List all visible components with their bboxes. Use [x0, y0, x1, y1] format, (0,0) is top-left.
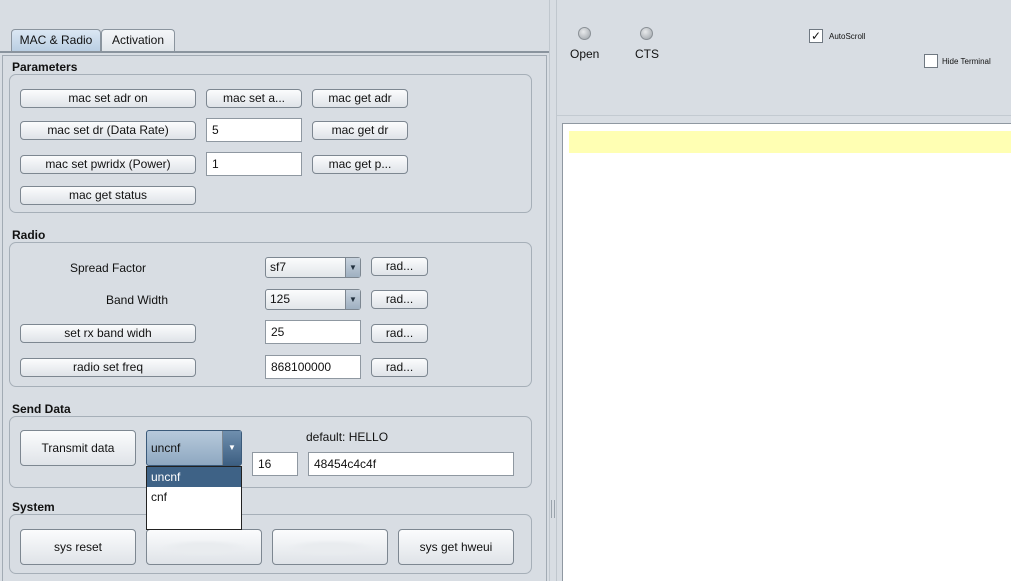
checkmark-icon: ✓	[810, 29, 822, 43]
radio-set-freq-button[interactable]: radio set freq	[20, 358, 196, 377]
spread-factor-rad-button[interactable]: rad...	[371, 257, 428, 276]
mac-set-adr-button[interactable]: mac set adr on	[20, 89, 196, 108]
rx-band-width-field[interactable]: 25	[265, 320, 361, 344]
mac-set-pwridx-button[interactable]: mac set pwridx (Power)	[20, 155, 196, 174]
confirmation-mode-value: uncnf	[151, 441, 181, 455]
bandwidth-label: Band Width	[106, 293, 169, 307]
dropdown-option-uncnf[interactable]: uncnf	[147, 467, 241, 487]
rx-band-width-rad-button[interactable]: rad...	[371, 324, 428, 343]
dropdown-arrow-icon: ▼	[345, 258, 360, 277]
mac-radio-panel: MAC & Radio Activation Parameters mac se…	[0, 0, 549, 581]
system-button-obscured[interactable]	[146, 529, 262, 565]
autoscroll-label: AutoScroll	[829, 32, 866, 41]
system-title: System	[12, 500, 55, 514]
hide-terminal-label: Hide Terminal	[942, 57, 991, 66]
mac-set-dr-button[interactable]: mac set dr (Data Rate)	[20, 121, 196, 140]
open-status-label: Open	[570, 47, 600, 61]
split-pane-divider[interactable]	[549, 0, 557, 581]
confirmation-mode-select[interactable]: uncnf ▼	[146, 430, 242, 466]
frequency-field[interactable]: 868100000	[265, 355, 361, 379]
bandwidth-select[interactable]: 125 ▼	[265, 289, 361, 310]
default-payload-label: default: HELLO	[306, 430, 389, 444]
power-index-field[interactable]: 1	[206, 152, 302, 176]
bandwidth-rad-button[interactable]: rad...	[371, 290, 428, 309]
status-separator	[557, 115, 1011, 116]
cts-status-led-icon	[640, 27, 653, 40]
radio-title: Radio	[12, 228, 46, 242]
cts-status-label: CTS	[635, 47, 659, 61]
sys-get-hweui-button[interactable]: sys get hweui	[398, 529, 514, 565]
dropdown-option-cnf[interactable]: cnf	[147, 487, 241, 507]
terminal-current-line	[569, 131, 1011, 153]
mac-set-a-button[interactable]: mac set a...	[206, 89, 302, 108]
confirmation-mode-dropdown-list: uncnf cnf	[146, 466, 242, 530]
spread-factor-value: sf7	[270, 260, 287, 274]
set-rx-band-width-button[interactable]: set rx band widh	[20, 324, 196, 343]
sys-reset-button[interactable]: sys reset	[20, 529, 136, 565]
frequency-rad-button[interactable]: rad...	[371, 358, 428, 377]
mac-get-status-button[interactable]: mac get status	[20, 186, 196, 205]
terminal-output[interactable]	[562, 123, 1011, 581]
payload-field[interactable]: 48454c4c4f	[308, 452, 514, 476]
transmit-data-button[interactable]: Transmit data	[20, 430, 136, 466]
autoscroll-checkbox[interactable]: ✓	[809, 29, 823, 43]
open-status-led-icon	[578, 27, 591, 40]
system-button-obscured[interactable]	[272, 529, 388, 565]
parameters-title: Parameters	[12, 60, 78, 74]
dropdown-arrow-icon: ▼	[222, 431, 241, 465]
tab-underline	[0, 51, 549, 53]
spread-factor-select[interactable]: sf7 ▼	[265, 257, 361, 278]
send-data-title: Send Data	[12, 402, 71, 416]
bandwidth-value: 125	[270, 292, 291, 306]
mac-get-adr-button[interactable]: mac get adr	[312, 89, 408, 108]
dropdown-arrow-icon: ▼	[345, 290, 360, 309]
spread-factor-label: Spread Factor	[70, 261, 147, 275]
tab-activation[interactable]: Activation	[101, 29, 175, 52]
divider-grip-icon[interactable]	[551, 500, 555, 518]
tab-mac-radio[interactable]: MAC & Radio	[11, 29, 101, 52]
port-field[interactable]: 16	[252, 452, 298, 476]
mac-get-dr-button[interactable]: mac get dr	[312, 121, 408, 140]
hide-terminal-checkbox[interactable]	[924, 54, 938, 68]
data-rate-field[interactable]: 5	[206, 118, 302, 142]
mac-get-p-button[interactable]: mac get p...	[312, 155, 408, 174]
